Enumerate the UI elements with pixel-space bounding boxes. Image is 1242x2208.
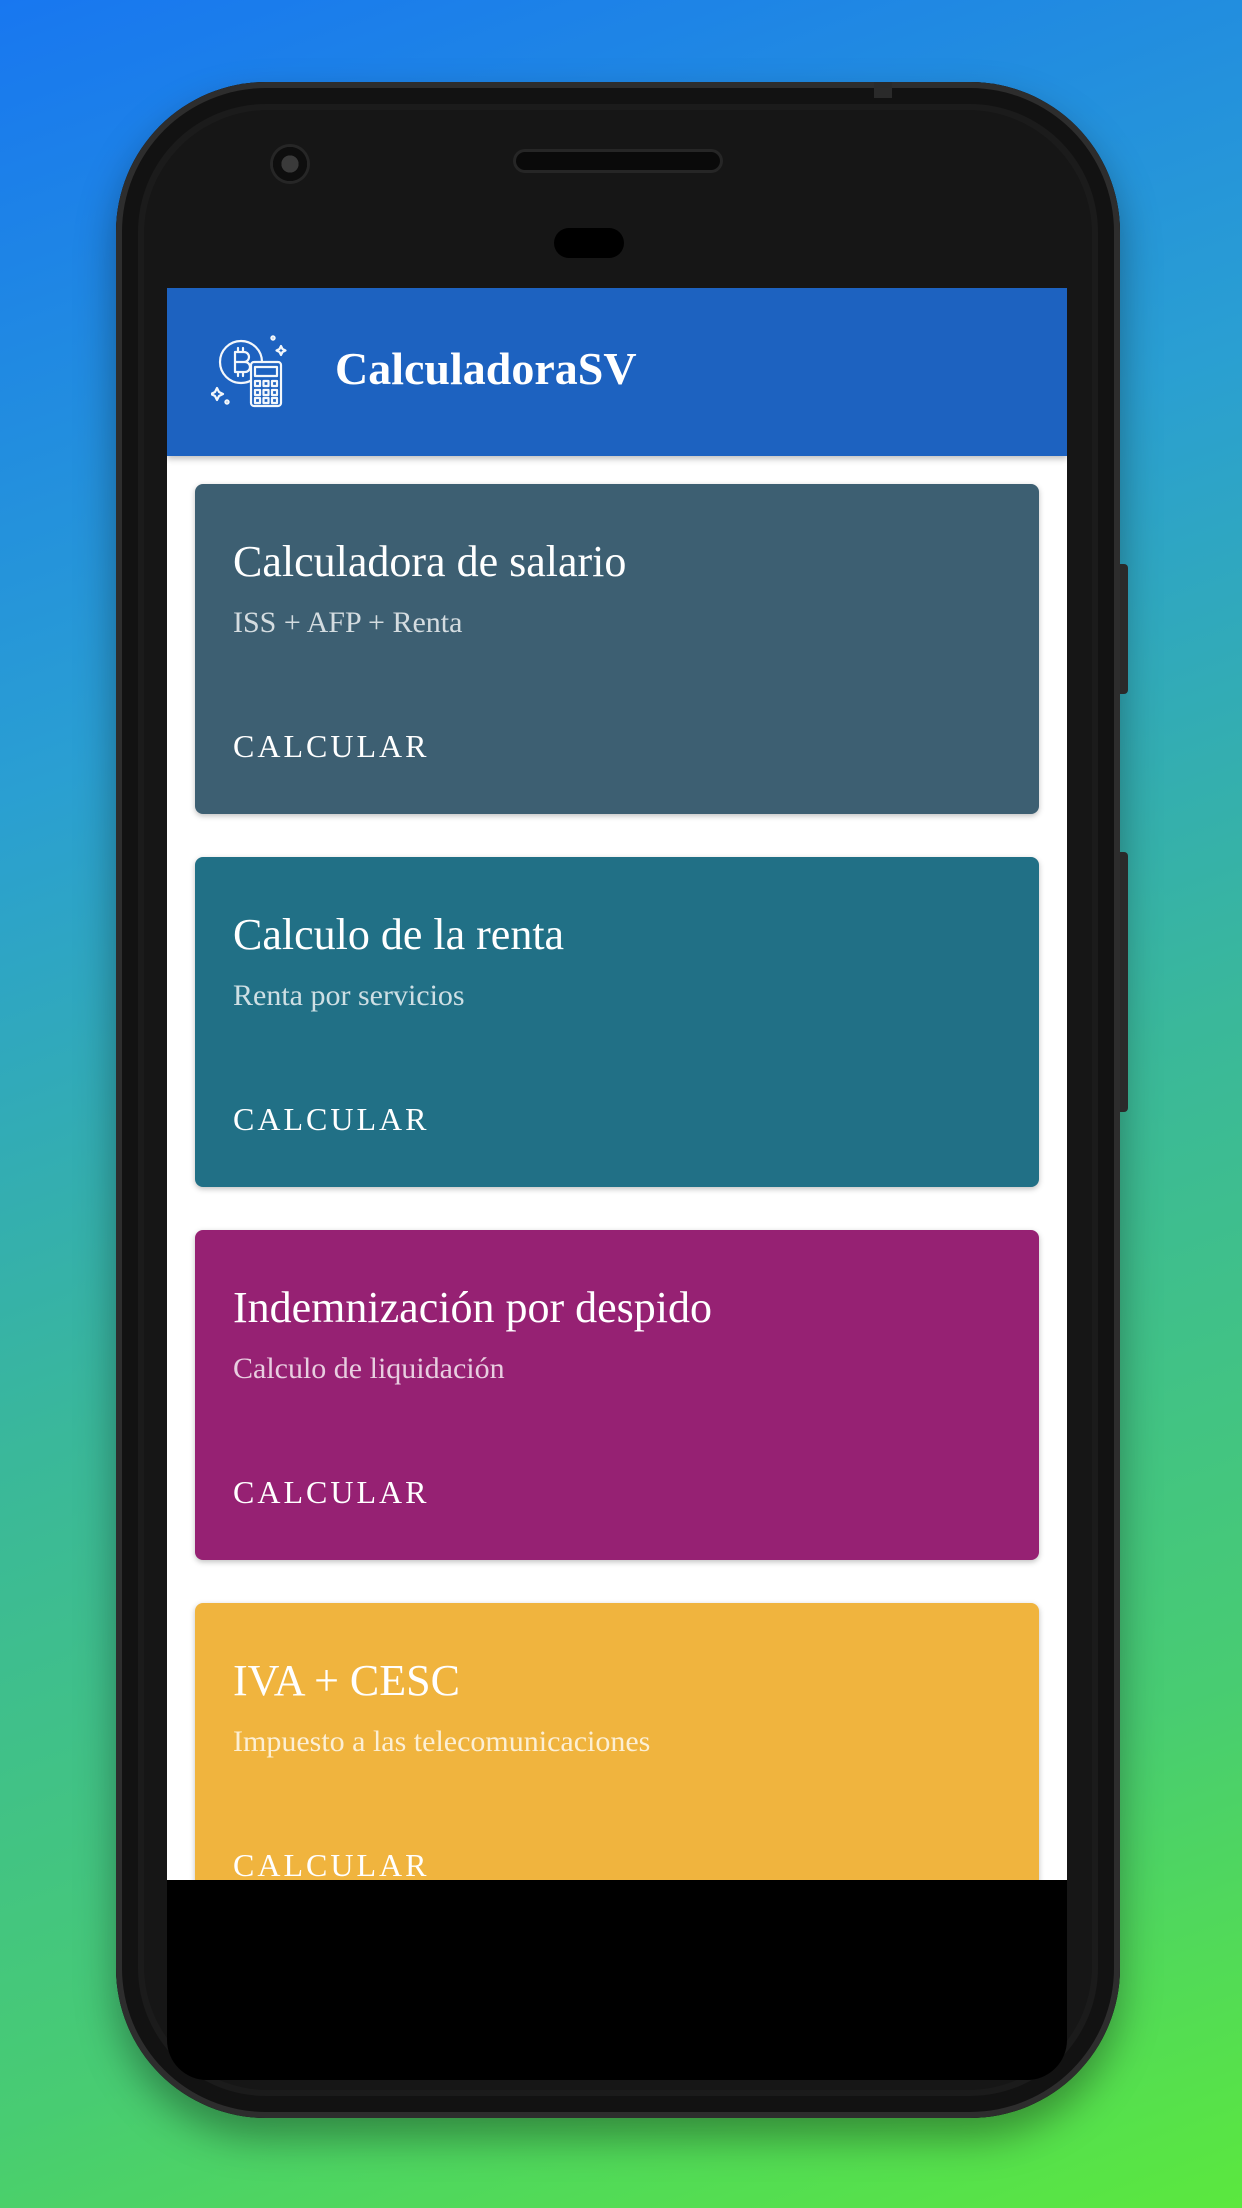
card-iva-cesc[interactable]: IVA + CESC Impuesto a las telecomunicaci… <box>195 1603 1039 1880</box>
phone-top-mark <box>874 82 892 98</box>
card-title: Calculadora de salario <box>233 537 627 586</box>
card-severance[interactable]: Indemnización por despido Calculo de liq… <box>195 1230 1039 1560</box>
bitcoin-calculator-icon <box>211 335 287 408</box>
card-subtitle: Impuesto a las telecomunicaciones <box>233 1725 651 1758</box>
card-title: IVA + CESC <box>233 1656 460 1705</box>
power-button <box>1120 852 1128 1112</box>
calcular-button[interactable]: CALCULAR <box>233 1474 429 1511</box>
volume-button <box>1120 564 1128 694</box>
card-title: Indemnización por despido <box>233 1283 712 1332</box>
card-subtitle: Calculo de liquidación <box>233 1352 505 1385</box>
app-bar: CalculadoraSV <box>167 288 1067 456</box>
app-title: CalculadoraSV <box>335 343 637 394</box>
calculator-list: Calculadora de salario ISS + AFP + Renta… <box>195 484 1039 1880</box>
app-screen: CalculadoraSV Calculadora de salario ISS… <box>167 288 1067 1880</box>
calcular-button[interactable]: CALCULAR <box>233 1101 429 1138</box>
front-camera-icon <box>270 144 310 184</box>
card-subtitle: ISS + AFP + Renta <box>233 606 463 639</box>
proximity-sensor <box>554 228 624 258</box>
calcular-button[interactable]: CALCULAR <box>233 728 429 765</box>
calcular-button[interactable]: CALCULAR <box>233 1847 429 1880</box>
phone-bottom-bezel <box>167 1880 1067 2080</box>
card-title: Calculo de la renta <box>233 910 565 959</box>
card-subtitle: Renta por servicios <box>233 979 465 1012</box>
earpiece-speaker <box>516 152 720 170</box>
card-salary-calculator[interactable]: Calculadora de salario ISS + AFP + Renta… <box>195 484 1039 814</box>
card-income-tax[interactable]: Calculo de la renta Renta por servicios … <box>195 857 1039 1187</box>
